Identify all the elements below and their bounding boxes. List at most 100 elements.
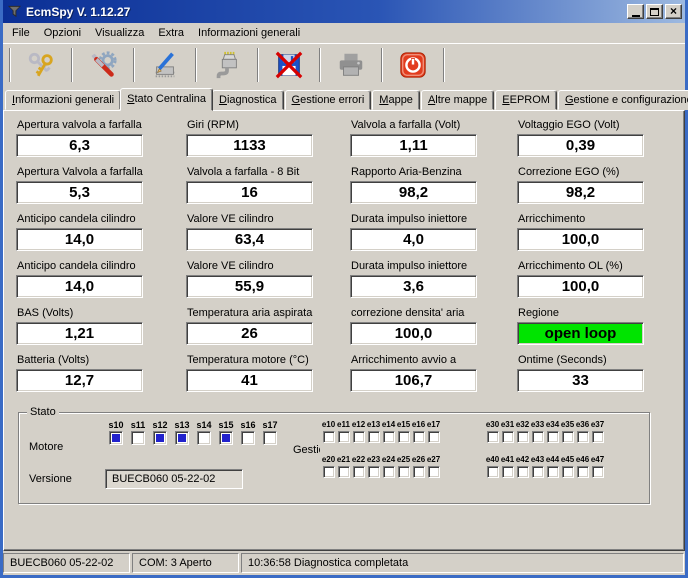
- menu-item-visualizza[interactable]: Visualizza: [88, 25, 151, 41]
- menu-item-file[interactable]: File: [5, 25, 37, 41]
- motore-checkbox-group: s10s11s12s13s14s15s16s17: [105, 420, 281, 445]
- checkbox-e11[interactable]: [338, 431, 350, 443]
- checkbox-e12[interactable]: [353, 431, 365, 443]
- checkbox-e20[interactable]: [323, 466, 335, 478]
- checkbox-label-e30: e30: [486, 420, 499, 431]
- field-valore-ve-cilindro: Valore VE cilindro55,9: [186, 258, 350, 305]
- checkbox-e10[interactable]: [323, 431, 335, 443]
- checkbox-e15[interactable]: [398, 431, 410, 443]
- checkbox-e40[interactable]: [487, 466, 499, 478]
- checkbox-e47[interactable]: [592, 466, 604, 478]
- checkbox-s15[interactable]: [219, 431, 233, 445]
- toolbar-separator: [195, 48, 197, 82]
- checkbox-label-e11: e11: [337, 420, 350, 431]
- checkbox-s11[interactable]: [131, 431, 145, 445]
- field-value: 12,7: [16, 369, 143, 392]
- checkbox-e14[interactable]: [383, 431, 395, 443]
- field-label: Apertura valvola a farfalla: [17, 119, 186, 133]
- checkbox-s10[interactable]: [109, 431, 123, 445]
- close-button[interactable]: ×: [665, 4, 682, 19]
- checkbox-s16[interactable]: [241, 431, 255, 445]
- tab-gestione-e-configurazione[interactable]: Gestione e configurazione: [558, 90, 688, 110]
- title-bar[interactable]: EcmSpy V. 1.12.27 ×: [3, 0, 685, 23]
- checkbox-label-e13: e13: [367, 420, 380, 431]
- field-value: 14,0: [16, 228, 143, 251]
- checkbox-e30[interactable]: [487, 431, 499, 443]
- checkbox-e36[interactable]: [577, 431, 589, 443]
- settings-tools-button[interactable]: [77, 46, 129, 84]
- field-anticipo-candela-cilindro: Anticipo candela cilindro14,0: [16, 211, 186, 258]
- checkbox-e24[interactable]: [383, 466, 395, 478]
- checkbox-e32[interactable]: [517, 431, 529, 443]
- field-label: Arricchimento avvio a: [351, 354, 517, 368]
- checkbox-e16[interactable]: [413, 431, 425, 443]
- tab-strip: Informazioni generaliStato CentralinaDia…: [3, 86, 685, 110]
- field-label: Valore VE cilindro: [187, 260, 350, 274]
- field-ontime-seconds: Ontime (Seconds)33: [517, 352, 672, 399]
- checkbox-label-e24: e24: [382, 455, 395, 466]
- checkbox-e23[interactable]: [368, 466, 380, 478]
- checkbox-s14[interactable]: [197, 431, 211, 445]
- checkbox-e21[interactable]: [338, 466, 350, 478]
- save-disabled-button[interactable]: [263, 46, 315, 84]
- toolbar: [3, 43, 685, 86]
- menu-item-opzioni[interactable]: Opzioni: [37, 25, 88, 41]
- field-value: 98,2: [517, 181, 644, 204]
- checkbox-label-e31: e31: [501, 420, 514, 431]
- edit-chip-button[interactable]: [139, 46, 191, 84]
- maximize-icon: [650, 8, 659, 16]
- keys-icon: [26, 50, 56, 80]
- checkbox-e34[interactable]: [547, 431, 559, 443]
- checkbox-e13[interactable]: [368, 431, 380, 443]
- tab-mappe[interactable]: Mappe: [372, 90, 420, 110]
- checkbox-label-e25: e25: [397, 455, 410, 466]
- checkbox-e25[interactable]: [398, 466, 410, 478]
- maximize-button[interactable]: [646, 4, 663, 19]
- checkbox-s13[interactable]: [175, 431, 189, 445]
- connect-keys-button[interactable]: [15, 46, 67, 84]
- field-regione: Regioneopen loop: [517, 305, 672, 352]
- checkbox-e41[interactable]: [502, 466, 514, 478]
- versione-label: Versione: [29, 473, 72, 485]
- checkbox-e17[interactable]: [428, 431, 440, 443]
- minimize-button[interactable]: [627, 4, 644, 19]
- checkbox-e35[interactable]: [562, 431, 574, 443]
- statusbar-panel-2: COM: 3 Aperto: [132, 553, 239, 573]
- checkbox-e22[interactable]: [353, 466, 365, 478]
- checkbox-e37[interactable]: [592, 431, 604, 443]
- tab-eeprom[interactable]: EEPROM: [495, 90, 557, 110]
- field-bas-volts: BAS (Volts)1,21: [16, 305, 186, 352]
- checkbox-label-e42: e42: [516, 455, 529, 466]
- checkbox-s12[interactable]: [153, 431, 167, 445]
- field-arricchimento: Arricchimento100,0: [517, 211, 672, 258]
- checkbox-e31[interactable]: [502, 431, 514, 443]
- tab-gestione-errori[interactable]: Gestione errori: [285, 90, 372, 110]
- checkbox-e46[interactable]: [577, 466, 589, 478]
- save-disabled-icon: [274, 50, 304, 80]
- print-button[interactable]: [325, 46, 377, 84]
- checkbox-e42[interactable]: [517, 466, 529, 478]
- checkbox-s17[interactable]: [263, 431, 277, 445]
- field-valvola-a-farfalla-volt: Valvola a farfalla (Volt)1,11: [350, 117, 517, 164]
- tab-diagnostica[interactable]: Diagnostica: [212, 90, 284, 110]
- checkbox-e33[interactable]: [532, 431, 544, 443]
- checkbox-e27[interactable]: [428, 466, 440, 478]
- errori-checkbox-row1: e30e31e32e33e34e35e36e37: [485, 420, 605, 443]
- tab-altre-mappe[interactable]: Altre mappe: [421, 90, 494, 110]
- checkbox-label-s10: s10: [108, 420, 123, 431]
- exit-power-button[interactable]: [387, 46, 439, 84]
- app-icon: [7, 4, 22, 19]
- checkbox-e45[interactable]: [562, 466, 574, 478]
- checkbox-e26[interactable]: [413, 466, 425, 478]
- menu-item-extra[interactable]: Extra: [151, 25, 191, 41]
- toolbar-separator: [443, 48, 445, 82]
- tab-informazioni-generali[interactable]: Informazioni generali: [5, 90, 121, 110]
- checkbox-e43[interactable]: [532, 466, 544, 478]
- tab-stato-centralina[interactable]: Stato Centralina: [120, 88, 213, 111]
- menu-item-informazioni-generali[interactable]: Informazioni generali: [191, 25, 307, 41]
- checkbox-e44[interactable]: [547, 466, 559, 478]
- status-bar: BUECB060 05-22-02COM: 3 Aperto10:36:58 D…: [3, 551, 685, 575]
- field-valvola-a-farfalla-8-bit: Valvola a farfalla - 8 Bit16: [186, 164, 350, 211]
- connector-button[interactable]: [201, 46, 253, 84]
- field-label: Valvola a farfalla - 8 Bit: [187, 166, 350, 180]
